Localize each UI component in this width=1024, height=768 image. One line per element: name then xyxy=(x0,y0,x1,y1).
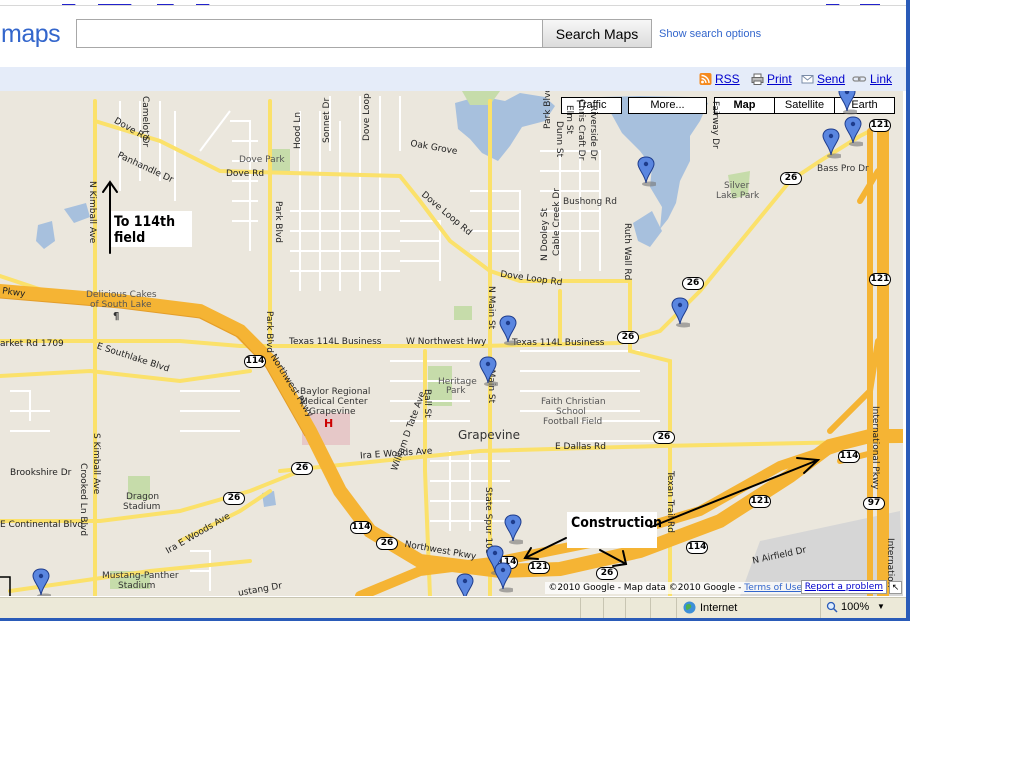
arrow-left-icon xyxy=(523,537,567,560)
send-link[interactable]: Send xyxy=(801,72,845,86)
rss-icon xyxy=(699,73,712,85)
chevron-down-icon[interactable]: ▼ xyxy=(877,602,885,611)
zoom-control[interactable]: 100% xyxy=(826,601,869,613)
terms-of-use-link[interactable]: Terms of Use xyxy=(744,583,802,593)
top-link-fragment[interactable] xyxy=(62,0,78,6)
copyright-text: ©2010 Google - Map data ©2010 Google - xyxy=(548,583,742,593)
status-divider xyxy=(625,598,626,618)
rss-link[interactable]: RSS xyxy=(699,72,740,86)
status-divider xyxy=(820,598,821,618)
link-label: Link xyxy=(870,72,893,86)
browser-status-bar: Internet 100% ▼ xyxy=(0,597,906,618)
map-canvas[interactable]: Traffic More... Map Satellite Earth Grap… xyxy=(0,91,903,596)
annotation-arrows xyxy=(0,180,821,596)
zone-label: Internet xyxy=(700,601,738,614)
envelope-icon xyxy=(801,75,814,84)
print-label: Print xyxy=(767,72,792,86)
globe-icon xyxy=(683,601,696,614)
top-link-fragment[interactable] xyxy=(826,0,850,6)
chain-link-icon xyxy=(852,76,867,82)
search-input[interactable] xyxy=(76,19,543,48)
map-link-bar: RSS Print Send Link xyxy=(0,67,906,91)
link-link[interactable]: Link xyxy=(852,72,892,86)
show-search-options-link[interactable]: Show search options xyxy=(659,28,761,40)
map-copyright: ©2010 Google - Map data ©2010 Google - T… xyxy=(545,582,805,594)
top-link-fragment[interactable] xyxy=(157,0,185,6)
browser-window: maps Search Maps Show search options RSS… xyxy=(0,0,910,621)
arrow-right-icon xyxy=(650,457,821,528)
print-link[interactable]: Print xyxy=(751,72,792,86)
status-divider xyxy=(650,598,651,618)
resize-icon[interactable]: ↖ xyxy=(889,581,902,594)
send-label: Send xyxy=(817,72,846,86)
top-nav-strip xyxy=(0,0,906,6)
top-link-fragment[interactable] xyxy=(196,0,220,6)
zoom-level: 100% xyxy=(841,601,870,613)
search-maps-button[interactable]: Search Maps xyxy=(542,19,652,48)
corner-bracket xyxy=(0,576,11,596)
printer-icon xyxy=(751,73,764,85)
magnifier-icon xyxy=(826,601,838,613)
rss-label: RSS xyxy=(715,72,740,86)
arrow-up-icon xyxy=(102,180,118,254)
report-problem-link[interactable]: Report a problem xyxy=(800,580,887,594)
top-link-fragment[interactable] xyxy=(860,0,896,6)
arrow-down-icon xyxy=(599,549,628,567)
status-divider xyxy=(676,598,677,618)
top-link-fragment[interactable] xyxy=(98,0,150,6)
status-divider xyxy=(580,598,581,618)
security-zone[interactable]: Internet xyxy=(683,601,737,614)
maps-logo[interactable]: maps xyxy=(1,20,61,49)
status-divider xyxy=(603,598,604,618)
